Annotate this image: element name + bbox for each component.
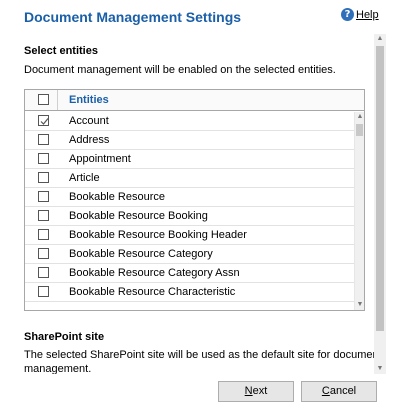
row-checkbox[interactable]	[38, 229, 49, 240]
row-checkbox[interactable]	[38, 248, 49, 259]
row-checkbox[interactable]	[38, 191, 49, 202]
dialog-scroll-thumb[interactable]	[376, 46, 384, 331]
row-checkbox[interactable]	[38, 134, 49, 145]
row-checkbox[interactable]	[38, 286, 49, 297]
row-label: Bookable Resource Category Assn	[69, 267, 240, 279]
table-row[interactable]: Appointment	[25, 150, 354, 169]
column-separator	[57, 90, 58, 110]
table-row[interactable]: Bookable Resource Category Assn	[25, 264, 354, 283]
row-label: Address	[69, 134, 110, 146]
checkmark-icon	[40, 118, 49, 125]
help-icon: ?	[341, 8, 354, 21]
sharepoint-description-line2: management.	[24, 363, 92, 374]
row-checkbox[interactable]	[38, 172, 49, 183]
dialog-scrollbar[interactable]: ▲ ▼	[374, 34, 386, 374]
scroll-down-icon[interactable]: ▼	[374, 364, 386, 374]
table-row[interactable]: Bookable Resource Characteristic	[25, 283, 354, 302]
cancel-button[interactable]: Cancel	[301, 381, 377, 402]
help-label: Help	[356, 8, 379, 21]
row-checkbox[interactable]	[38, 115, 49, 126]
row-label: Article	[69, 172, 100, 184]
row-label: Account	[69, 115, 109, 127]
table-row[interactable]: Bookable Resource Booking	[25, 207, 354, 226]
scroll-up-icon[interactable]: ▲	[355, 112, 364, 122]
row-label: Bookable Resource	[69, 191, 166, 203]
grid-scrollbar[interactable]: ▲ ▼	[354, 112, 364, 310]
scroll-up-icon[interactable]: ▲	[374, 34, 386, 44]
table-row[interactable]: Bookable Resource	[25, 188, 354, 207]
table-row[interactable]: Bookable Resource Category	[25, 245, 354, 264]
sharepoint-site-title: SharePoint site	[24, 331, 105, 343]
sharepoint-description-line1: The selected SharePoint site will be use…	[24, 349, 374, 361]
row-checkbox[interactable]	[38, 153, 49, 164]
dialog-title: Document Management Settings	[24, 9, 242, 25]
grid-rows: Account Address Appointment Article Book…	[25, 112, 354, 310]
select-all-checkbox[interactable]	[38, 94, 49, 105]
entities-column-header[interactable]: Entities	[69, 94, 109, 106]
row-label: Bookable Resource Booking	[69, 210, 208, 222]
dialog-footer: Next Cancel	[0, 376, 400, 409]
help-link[interactable]: ? Help	[341, 8, 379, 21]
entities-grid: Entities Account Address Appointment Art…	[24, 89, 365, 311]
table-row[interactable]: Account	[25, 112, 354, 131]
row-label: Bookable Resource Category	[69, 248, 213, 260]
next-button[interactable]: Next	[218, 381, 294, 402]
grid-scroll-thumb[interactable]	[356, 124, 363, 136]
row-checkbox[interactable]	[38, 210, 49, 221]
scroll-down-icon[interactable]: ▼	[355, 300, 364, 310]
row-label: Bookable Resource Booking Header	[69, 229, 247, 241]
select-entities-title: Select entities	[24, 45, 98, 57]
dialog-content: Select entities Document management will…	[0, 34, 374, 374]
table-row[interactable]: Article	[25, 169, 354, 188]
grid-header: Entities	[25, 90, 364, 111]
table-row[interactable]: Bookable Resource Booking Header	[25, 226, 354, 245]
dialog-header: Document Management Settings ? Help	[0, 0, 400, 34]
row-checkbox[interactable]	[38, 267, 49, 278]
row-label: Bookable Resource Characteristic	[69, 286, 236, 298]
row-label: Appointment	[69, 153, 131, 165]
select-entities-description: Document management will be enabled on t…	[24, 64, 336, 76]
table-row[interactable]: Address	[25, 131, 354, 150]
